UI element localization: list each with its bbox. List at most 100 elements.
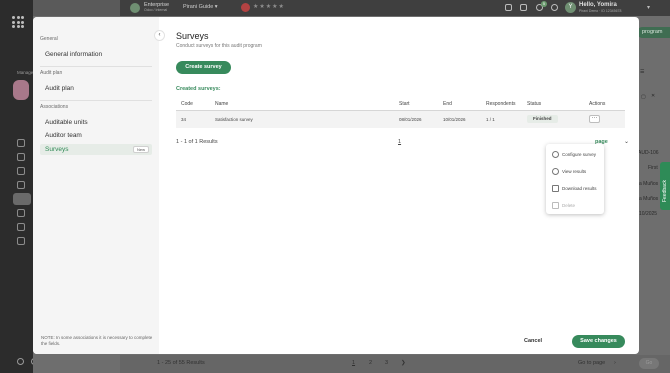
- column-header: Name: [210, 99, 394, 111]
- sidebar-item-audit-plan[interactable]: Audit plan: [40, 83, 152, 94]
- user-sub: Pirani Demo · ID 12345678: [579, 9, 622, 13]
- project-selector[interactable]: Pirani Guide ▾: [183, 4, 218, 10]
- survey-modal: General General information Audit plan A…: [33, 17, 639, 354]
- bg-text-0: AUD-106: [638, 150, 659, 156]
- save-changes-button[interactable]: Save changes: [572, 335, 625, 348]
- sidebar-item-label: Surveys: [45, 146, 69, 153]
- surveys-table: Code Name Start End Respondents Status A…: [176, 99, 625, 128]
- broadcast-icon[interactable]: [17, 153, 25, 161]
- eye-icon: [552, 168, 559, 176]
- section-general: General: [40, 36, 58, 42]
- divider: [40, 100, 152, 101]
- status-badge: Finished: [527, 115, 558, 124]
- create-survey-button[interactable]: Create survey: [176, 61, 231, 74]
- sidebar-item-general-information[interactable]: General information: [40, 49, 152, 60]
- clock-icon[interactable]: [17, 167, 25, 175]
- cell-name: Satisfaction survey: [210, 110, 394, 128]
- sidebar-item-auditor-team[interactable]: Auditor team: [40, 130, 152, 141]
- modal-main: Surveys Conduct surveys for this audit p…: [159, 17, 639, 354]
- pager-caret-icon[interactable]: ›: [614, 360, 616, 366]
- table-row[interactable]: 34 Satisfaction survey 08/01/2026 10/01/…: [176, 110, 625, 128]
- feedback-tab[interactable]: Feedback: [660, 162, 670, 210]
- copy-icon[interactable]: ▢: [641, 94, 646, 100]
- user-greeting[interactable]: Hello, Yomira: [579, 2, 617, 8]
- trash-icon: [552, 202, 559, 210]
- column-header: Respondents: [481, 99, 522, 111]
- results-count: 1 - 1 of 1 Results: [176, 139, 218, 145]
- checklist-icon[interactable]: [17, 209, 25, 217]
- pager-page-2[interactable]: 2: [369, 360, 372, 366]
- download-icon: [552, 185, 559, 193]
- apps-grid-icon[interactable]: [12, 16, 24, 28]
- cell-respondents: 1 / 1: [481, 110, 522, 128]
- brand-logo-icon: [130, 3, 140, 13]
- brand-sub: Odoo / Internal: [144, 8, 168, 12]
- left-rail: Manage: [0, 0, 52, 373]
- created-surveys-label: Created surveys:: [176, 86, 221, 92]
- gear-icon: [552, 151, 559, 159]
- bg-text-2: a Muños: [639, 181, 659, 187]
- bg-text-4: 10/2025: [639, 211, 658, 217]
- cancel-button[interactable]: Cancel: [524, 338, 542, 344]
- cell-start: 08/01/2026: [394, 110, 438, 128]
- pager-next-icon[interactable]: ❯: [401, 360, 406, 366]
- column-header: Code: [176, 99, 210, 111]
- section-associations: Associations: [40, 104, 69, 110]
- notification-badge: 5: [541, 1, 547, 7]
- top-bar: Enterprise Odoo / Internal Pirani Guide …: [120, 0, 670, 16]
- bg-text-3: a Muños: [639, 196, 659, 202]
- pager-results: 1 - 25 of 55 Results: [157, 360, 205, 366]
- surveys-rail-icon[interactable]: [13, 193, 31, 205]
- program-pill[interactable]: program: [637, 27, 670, 38]
- new-badge: New: [132, 146, 149, 153]
- pager-page-3[interactable]: 3: [385, 360, 388, 366]
- menu-item-view-results[interactable]: View results: [552, 166, 602, 177]
- go-button[interactable]: Go: [639, 358, 659, 369]
- page-title: Surveys: [176, 31, 209, 41]
- feedback-label: Feedback: [662, 180, 668, 202]
- menu-item-download-results[interactable]: Download results: [552, 183, 602, 194]
- background-pager: 1 - 25 of 55 Results 1 2 3 ❯ Go to page …: [120, 355, 670, 373]
- modal-sidebar: General General information Audit plan A…: [33, 17, 159, 354]
- monitor-icon[interactable]: [17, 139, 25, 147]
- menu-item-label: Download results: [562, 186, 597, 191]
- book-icon[interactable]: [520, 4, 527, 11]
- pager-page-1[interactable]: 1: [352, 360, 355, 366]
- chevron-down-icon[interactable]: ⌄: [624, 138, 629, 145]
- section-audit-plan: Audit plan: [40, 70, 63, 76]
- menu-item-configure-survey[interactable]: Configure survey: [552, 149, 602, 160]
- cell-code: 34: [176, 110, 210, 128]
- close-icon[interactable]: ✕: [651, 93, 655, 99]
- rating-stars: ★★★★★: [253, 4, 285, 10]
- bg-text-1: First: [648, 165, 658, 171]
- table-header-row: Code Name Start End Respondents Status A…: [176, 99, 625, 111]
- menu-item-label: Configure survey: [562, 152, 597, 157]
- sidebar-note: NOTE: In some associations it is necessa…: [41, 335, 153, 346]
- cell-end: 10/01/2026: [438, 110, 481, 128]
- people-icon[interactable]: [505, 4, 512, 11]
- record-icon[interactable]: [241, 3, 250, 12]
- menu-item-delete: Delete: [552, 200, 602, 211]
- rail-avatar: [13, 80, 29, 100]
- more-actions-button[interactable]: ···: [589, 115, 600, 124]
- user-avatar[interactable]: Y: [565, 2, 576, 13]
- cell-status: Finished: [522, 110, 584, 128]
- grid-icon[interactable]: [17, 181, 25, 189]
- help-icon[interactable]: [17, 358, 24, 365]
- page-number[interactable]: 1: [398, 139, 401, 145]
- settings-icon[interactable]: [17, 237, 25, 245]
- column-header: Status: [522, 99, 584, 111]
- chevron-down-icon[interactable]: ▾: [647, 4, 650, 11]
- gear-icon[interactable]: [551, 4, 558, 11]
- column-header: Actions: [584, 99, 625, 111]
- sidebar-item-auditable-units[interactable]: Auditable units: [40, 117, 152, 128]
- menu-item-label: View results: [562, 169, 587, 174]
- page-subtitle: Conduct surveys for this audit program: [176, 43, 262, 49]
- project-name: Pirani Guide: [183, 4, 214, 10]
- document-icon[interactable]: [17, 223, 25, 231]
- collapse-sidebar-button[interactable]: ‹: [154, 30, 165, 41]
- sidebar-item-surveys[interactable]: Surveys New: [40, 144, 152, 155]
- cell-actions: ···: [584, 110, 625, 128]
- menu-icon[interactable]: ☰: [640, 69, 644, 75]
- rail-label: Manage: [17, 70, 34, 75]
